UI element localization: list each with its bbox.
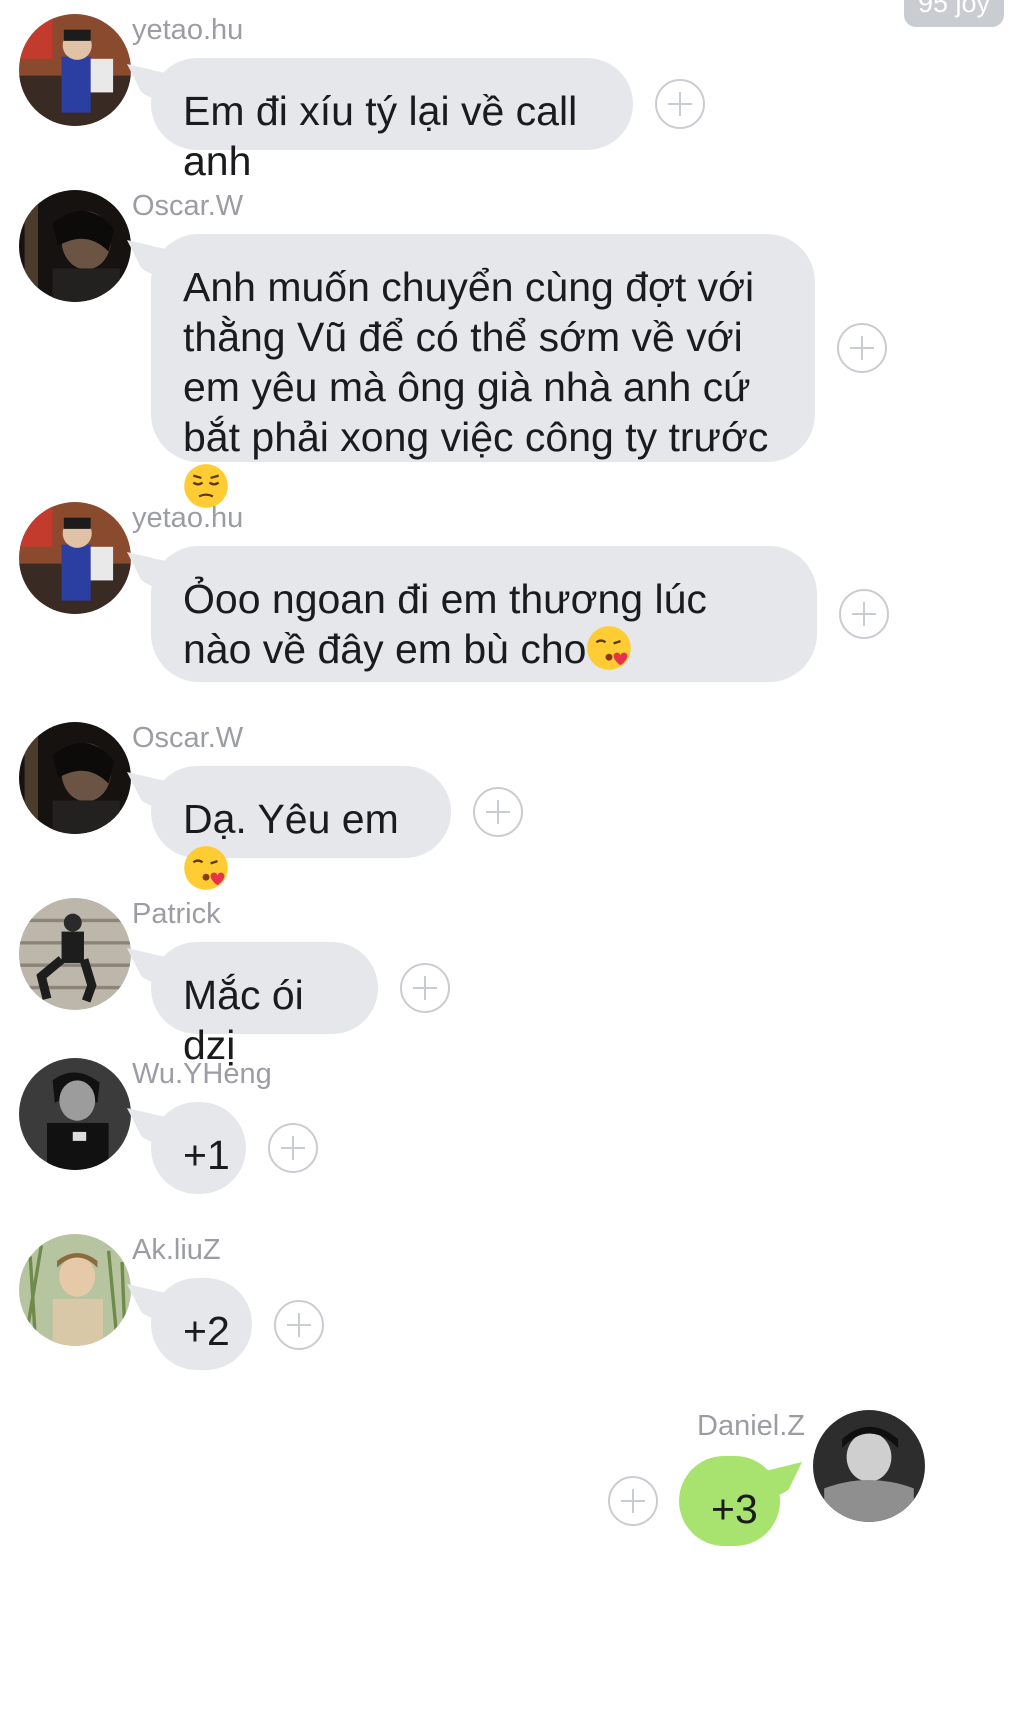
sender-name: Oscar.W <box>132 722 244 754</box>
plus-circle-icon[interactable] <box>655 79 705 129</box>
plus-circle-icon[interactable] <box>274 1300 324 1350</box>
message-text: Em đi xíu tý lại về call anh <box>183 88 578 184</box>
avatar[interactable] <box>19 722 131 834</box>
avatar[interactable] <box>813 1410 925 1522</box>
top-badge: 95 joy <box>903 0 1004 27</box>
sender-name: Patrick <box>132 898 221 930</box>
avatar[interactable] <box>19 1234 131 1346</box>
message-bubble[interactable]: Anh muốn chuyển cùng đợt với thằng Vũ để… <box>151 234 815 508</box>
message-text: Anh muốn chuyển cùng đợt với thằng Vũ để… <box>183 264 769 460</box>
plus-circle-icon[interactable] <box>268 1123 318 1173</box>
plus-circle-icon[interactable] <box>839 589 889 639</box>
message-bubble[interactable]: Mắc ói dzị <box>151 942 378 1068</box>
sender-name: Daniel.Z <box>697 1410 805 1442</box>
message-text: Mắc ói dzị <box>183 972 304 1068</box>
avatar[interactable] <box>19 190 131 302</box>
message-text: +1 <box>183 1132 230 1178</box>
avatar[interactable] <box>19 14 131 126</box>
sender-name: yetao.hu <box>132 14 244 46</box>
avatar[interactable] <box>19 898 131 1010</box>
plus-circle-icon[interactable] <box>608 1476 658 1526</box>
message-bubble[interactable]: Ỏoo ngoan đi em thương lúc nào về đây em… <box>151 546 817 682</box>
sender-name: Oscar.W <box>132 190 244 222</box>
message-text: +2 <box>183 1308 230 1354</box>
message-bubble[interactable]: Em đi xíu tý lại về call anh <box>151 58 633 184</box>
plus-circle-icon[interactable] <box>400 963 450 1013</box>
message-bubble[interactable]: +2 <box>151 1278 252 1370</box>
sender-name: yetao.hu <box>132 502 244 534</box>
sender-name: Wu.YHeng <box>132 1058 272 1090</box>
message-bubble[interactable]: Dạ. Yêu em <box>151 766 451 890</box>
avatar[interactable] <box>19 502 131 614</box>
sender-name: Ak.liuZ <box>132 1234 221 1266</box>
message-bubble[interactable]: +3 <box>679 1456 780 1546</box>
plus-circle-icon[interactable] <box>837 323 887 373</box>
avatar[interactable] <box>19 1058 131 1170</box>
kissing-heart-face-icon <box>587 626 632 670</box>
message-text: Dạ. Yêu em <box>183 796 399 842</box>
kissing-heart-face-icon <box>184 846 228 890</box>
message-bubble[interactable]: +1 <box>151 1102 246 1194</box>
plus-circle-icon[interactable] <box>473 787 523 837</box>
message-text: +3 <box>711 1486 758 1532</box>
